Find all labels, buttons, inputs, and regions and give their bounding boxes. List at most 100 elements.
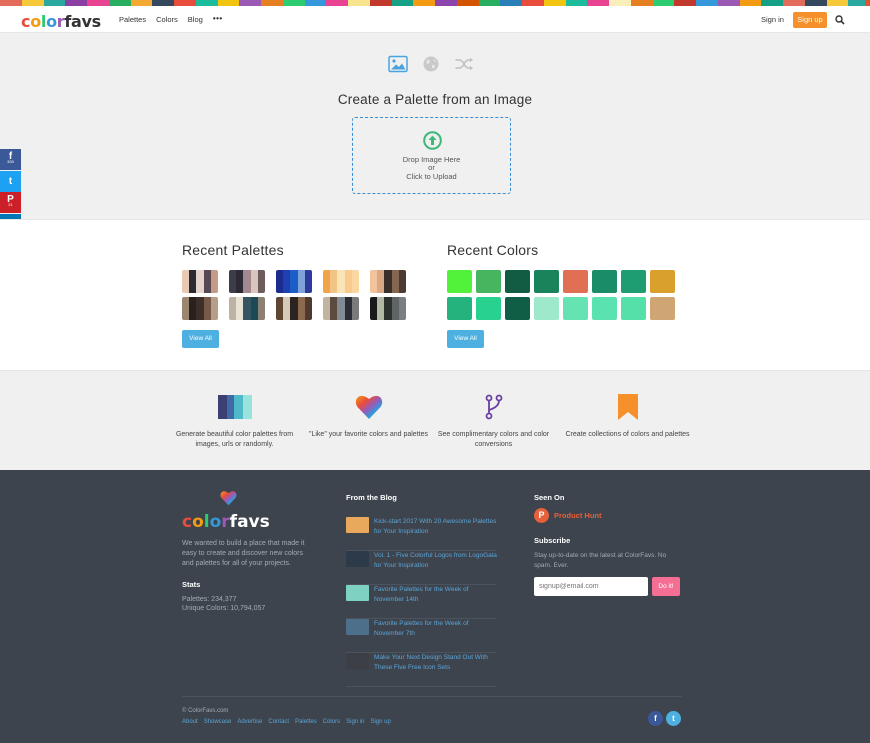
color-swatch[interactable] <box>592 270 617 293</box>
palette-thumbnail[interactable] <box>323 270 359 293</box>
recent-palettes-title: Recent Palettes <box>182 242 284 258</box>
dropzone-line2: or <box>428 163 435 172</box>
product-hunt-link[interactable]: P Product Hunt <box>534 508 602 523</box>
sign-up-button[interactable]: Sign up <box>793 12 827 28</box>
palette-swatch <box>243 270 251 293</box>
image-icon[interactable] <box>388 55 408 73</box>
color-swatch[interactable] <box>563 297 588 320</box>
product-hunt-icon: P <box>534 508 549 523</box>
palette-swatch <box>290 297 298 320</box>
nav-palettes[interactable]: Palettes <box>119 15 146 24</box>
nav-blog[interactable]: Blog <box>188 15 203 24</box>
palette-swatch <box>210 270 218 293</box>
page-title: Create a Palette from an Image <box>337 92 533 107</box>
globe-icon[interactable] <box>421 55 441 73</box>
palette-thumbnail[interactable] <box>276 297 312 320</box>
palette-swatch <box>243 297 251 320</box>
blog-item[interactable]: Vol. 1 - Five Colorful Logos from LogoGa… <box>346 551 498 585</box>
blog-title[interactable]: Kick-start 2017 With 20 Awesome Palettes… <box>374 517 498 536</box>
blog-title[interactable]: Vol. 1 - Five Colorful Logos from LogoGa… <box>374 551 498 570</box>
color-swatch[interactable] <box>650 270 675 293</box>
palette-thumbnail[interactable] <box>182 270 218 293</box>
palette-swatch <box>398 297 406 320</box>
footer-link-contact[interactable]: Contact <box>268 719 289 725</box>
footer-facebook-icon[interactable]: f <box>648 711 663 726</box>
color-swatch[interactable] <box>447 297 472 320</box>
palettes-view-all-button[interactable]: View All <box>182 330 219 348</box>
blog-title[interactable]: Favorite Palettes for the Week of Novemb… <box>374 619 498 638</box>
palette-swatch <box>283 297 291 320</box>
nav-colors[interactable]: Colors <box>156 15 178 24</box>
facebook-share-icon[interactable]: f 330 <box>0 149 21 170</box>
subscribe-text: Stay up-to-date on the latest at ColorFa… <box>534 552 667 569</box>
logo[interactable]: colorfavs <box>21 12 101 31</box>
color-swatch[interactable] <box>592 297 617 320</box>
palette-swatch <box>337 270 345 293</box>
color-swatch[interactable] <box>505 297 530 320</box>
twitter-share-icon[interactable]: t <box>0 170 21 192</box>
palette-thumbnail[interactable] <box>323 297 359 320</box>
search-icon[interactable] <box>835 15 845 25</box>
blog-title[interactable]: Make Your Next Design Stand Out With The… <box>374 653 498 672</box>
sign-in-link[interactable]: Sign in <box>761 15 784 24</box>
image-dropzone[interactable]: Drop Image Here or Click to Upload <box>352 117 511 194</box>
footer-link-about[interactable]: About <box>182 719 198 725</box>
footer-link-sign-in[interactable]: Sign in <box>346 719 364 725</box>
color-swatch[interactable] <box>563 270 588 293</box>
feature-generate: Generate beautiful color palettes from i… <box>172 393 297 449</box>
shuffle-icon[interactable] <box>454 55 474 73</box>
palette-swatch <box>323 297 331 320</box>
footer-link-advertise[interactable]: Advertise <box>237 719 262 725</box>
palette-thumbnail[interactable] <box>229 270 265 293</box>
color-swatch[interactable] <box>534 297 559 320</box>
palette-swatch <box>370 270 378 293</box>
footer-logo[interactable]: colorfavs <box>182 512 270 532</box>
palette-swatch <box>250 297 258 320</box>
color-swatch[interactable] <box>650 297 675 320</box>
stats-colors: Unique Colors: 10,794,057 <box>182 605 266 612</box>
palette-swatch <box>276 270 284 293</box>
blog-item[interactable]: Favorite Palettes for the Week of Novemb… <box>346 619 496 653</box>
palette-swatch <box>384 297 392 320</box>
blog-item[interactable]: Make Your Next Design Stand Out With The… <box>346 653 496 687</box>
blog-title[interactable]: Favorite Palettes for the Week of Novemb… <box>374 585 498 604</box>
color-swatch[interactable] <box>447 270 472 293</box>
footer-link-colors[interactable]: Colors <box>323 719 340 725</box>
feature-like: "Like" your favorite colors and palettes <box>306 393 431 440</box>
email-field[interactable] <box>534 577 648 596</box>
palette-swatch <box>283 270 291 293</box>
footer-divider <box>182 696 682 697</box>
palette-thumbnail[interactable] <box>370 270 406 293</box>
palette-thumbnail[interactable] <box>182 297 218 320</box>
palette-swatch <box>384 270 392 293</box>
footer-twitter-icon[interactable]: t <box>666 711 681 726</box>
seen-on-heading: Seen On <box>534 493 565 502</box>
footer-link-palettes[interactable]: Palettes <box>295 719 317 725</box>
palette-swatch <box>304 270 312 293</box>
logo-heart-icon <box>220 491 237 506</box>
palette-thumbnail[interactable] <box>370 297 406 320</box>
color-swatch[interactable] <box>621 270 646 293</box>
footer-link-sign-up[interactable]: Sign up <box>370 719 390 725</box>
color-swatch[interactable] <box>621 297 646 320</box>
color-swatch[interactable] <box>476 270 501 293</box>
more-menu-icon[interactable]: ••• <box>213 15 223 24</box>
blog-item[interactable]: Kick-start 2017 With 20 Awesome Palettes… <box>346 517 496 551</box>
blog-item[interactable]: Favorite Palettes for the Week of Novemb… <box>346 585 496 619</box>
colors-view-all-button[interactable]: View All <box>447 330 484 348</box>
footer-link-showcase[interactable]: Showcase <box>204 719 232 725</box>
pinterest-share-icon[interactable]: P 21 <box>0 192 21 213</box>
color-swatch[interactable] <box>534 270 559 293</box>
color-swatch[interactable] <box>476 297 501 320</box>
palette-swatch <box>236 297 244 320</box>
subscribe-heading: Subscribe <box>534 536 571 545</box>
rainbow-heart-icon <box>355 395 382 419</box>
palette-swatch <box>276 297 284 320</box>
palette-thumbnail[interactable] <box>229 297 265 320</box>
palette-thumbnail[interactable] <box>276 270 312 293</box>
palette-swatch <box>297 297 305 320</box>
subscribe-button[interactable]: Do it! <box>652 577 680 596</box>
palette-swatch <box>189 270 197 293</box>
top-nav: colorfavs Palettes Colors Blog ••• Sign … <box>0 6 870 33</box>
color-swatch[interactable] <box>505 270 530 293</box>
